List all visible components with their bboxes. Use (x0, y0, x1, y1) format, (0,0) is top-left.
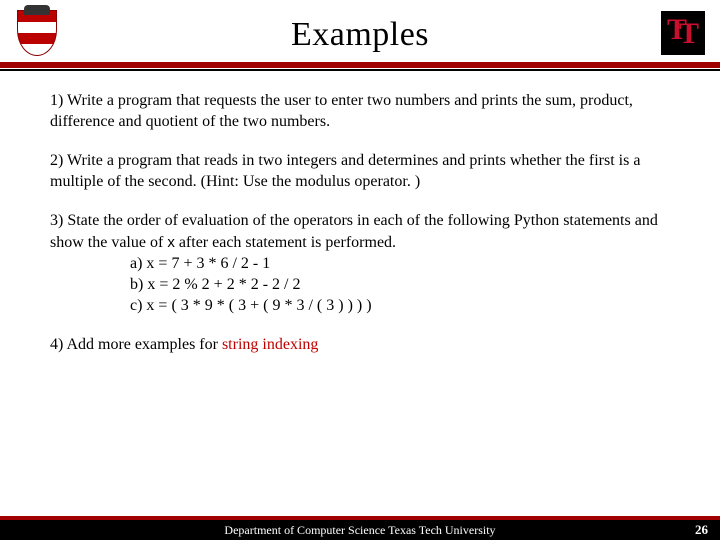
question-4: 4) Add more examples for string indexing (50, 334, 670, 355)
slide-footer: Department of Computer Science Texas Tec… (0, 516, 720, 540)
q4-highlight: string indexing (222, 336, 318, 353)
q3-option-c: c) x = ( 3 * 9 * ( 3 + ( 9 * 3 / ( 3 ) )… (130, 295, 670, 316)
question-1: 1) Write a program that requests the use… (50, 90, 670, 132)
header-divider (0, 69, 720, 71)
page-number: 26 (695, 522, 708, 538)
university-seal-icon (10, 6, 64, 60)
q3-option-a: a) x = 7 + 3 * 6 / 2 - 1 (130, 253, 670, 274)
q3-tail: after each statement is performed. (175, 234, 396, 251)
double-t-logo-icon (656, 6, 710, 60)
slide-body: 1) Write a program that requests the use… (0, 68, 720, 355)
question-2: 2) Write a program that reads in two int… (50, 150, 670, 192)
q4-lead: 4) Add more examples for (50, 336, 222, 353)
q3-option-b: b) x = 2 % 2 + 2 * 2 - 2 / 2 (130, 274, 670, 295)
slide-title: Examples (0, 0, 720, 54)
footer-text: Department of Computer Science Texas Tec… (224, 523, 495, 538)
question-3: 3) State the order of evaluation of the … (50, 210, 670, 316)
slide-header: Examples (0, 0, 720, 68)
footer-bar: Department of Computer Science Texas Tec… (0, 520, 720, 540)
q3-variable: x (167, 234, 175, 251)
